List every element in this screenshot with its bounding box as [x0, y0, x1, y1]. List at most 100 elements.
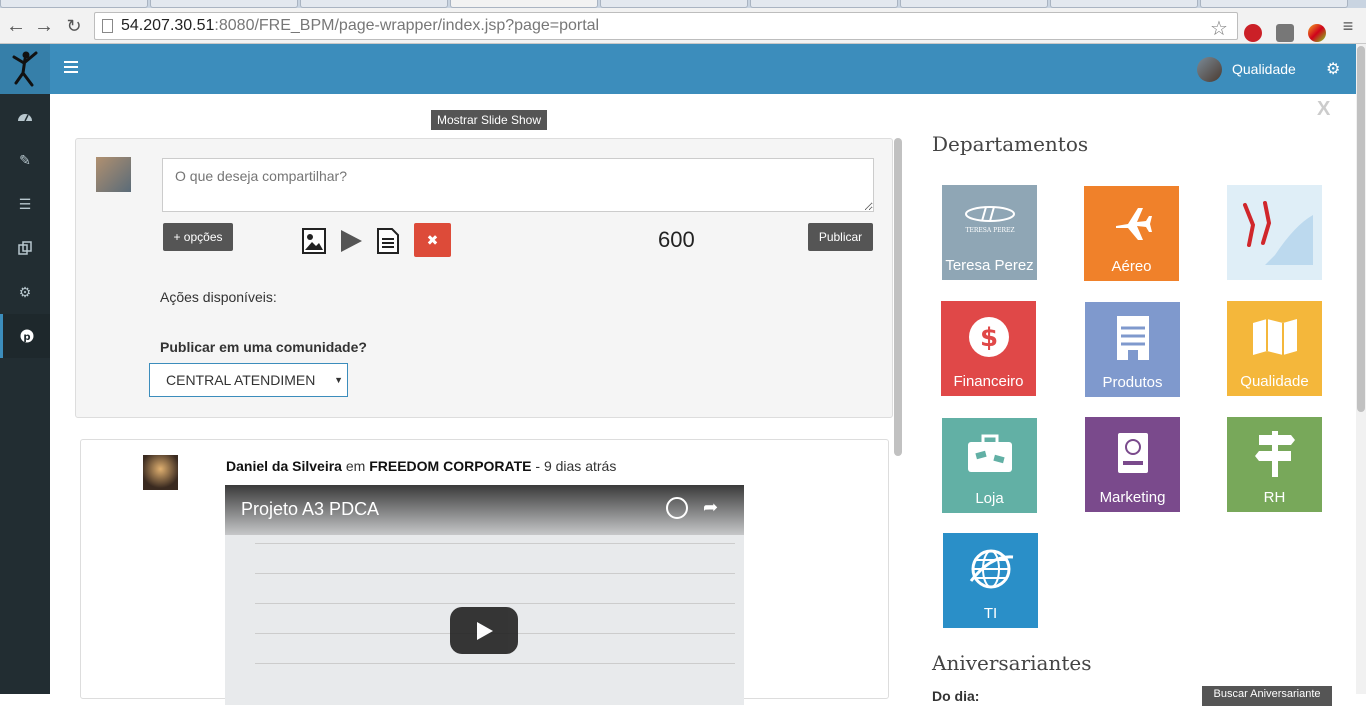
- share-input[interactable]: [162, 158, 874, 212]
- dept-label: Financeiro: [953, 373, 1024, 390]
- avatar: [96, 157, 131, 192]
- browser-tab[interactable]: [300, 0, 448, 8]
- sidebar: ✎ ☰ ⚙ p: [0, 44, 50, 694]
- page-icon: [102, 19, 113, 33]
- video-frame-row: [255, 573, 735, 589]
- dept-label: Teresa Perez: [945, 257, 1034, 274]
- browser-tab[interactable]: [0, 0, 148, 8]
- share-post-box: + opções ✖ 600 Publicar Ações disponívei…: [75, 138, 893, 418]
- dept-label: TI: [983, 605, 998, 622]
- dept-tile-qualidade[interactable]: Qualidade: [1227, 301, 1322, 396]
- video-frame-row: [255, 543, 735, 559]
- extension-color-icon[interactable]: [1308, 24, 1326, 42]
- top-navbar: Qualidade ⚙: [50, 44, 1356, 94]
- image-upload-icon[interactable]: [301, 227, 327, 255]
- airplane-icon: [1110, 186, 1154, 258]
- dept-tile-produtos[interactable]: Produtos: [1085, 302, 1180, 397]
- remove-close-icon[interactable]: ✖: [414, 223, 451, 257]
- video-title[interactable]: Projeto A3 PDCA: [241, 499, 379, 520]
- globe-icon: [967, 533, 1015, 605]
- video-embed[interactable]: Projeto A3 PDCA ➦: [225, 485, 744, 705]
- list-icon[interactable]: ☰: [0, 182, 50, 226]
- suitcase-icon: [966, 418, 1014, 490]
- watch-later-clock-icon[interactable]: [666, 497, 688, 519]
- hotel-icon: [1115, 302, 1151, 374]
- share-arrow-icon[interactable]: ➦: [703, 497, 718, 518]
- pencil-icon[interactable]: ✎: [0, 138, 50, 182]
- browser-tab[interactable]: [1050, 0, 1198, 8]
- dept-tile-ti[interactable]: TI: [943, 533, 1038, 628]
- browser-tab[interactable]: [600, 0, 748, 8]
- teresa-perez-logo-icon: TERESA PEREZ: [960, 185, 1020, 257]
- url-host: 54.207.30.51: [121, 17, 215, 34]
- app-logo[interactable]: [0, 44, 50, 94]
- pinterest-sidebar-icon[interactable]: p: [0, 314, 50, 358]
- url-path: :8080/FRE_BPM/page-wrapper/index.jsp?pag…: [214, 17, 600, 34]
- search-birthday-button[interactable]: Buscar Aniversariante: [1202, 686, 1332, 706]
- browser-tab[interactable]: [750, 0, 898, 8]
- cogs-icon[interactable]: ⚙: [0, 270, 50, 314]
- community-label: Publicar em uma comunidade?: [160, 339, 367, 355]
- show-slideshow-button[interactable]: Mostrar Slide Show: [431, 110, 547, 130]
- community-select[interactable]: CENTRAL ATENDIMEN ▼: [149, 363, 348, 397]
- document-icon[interactable]: [375, 227, 401, 255]
- bookmark-star-icon[interactable]: ☆: [1210, 19, 1228, 39]
- copy-icon[interactable]: [0, 226, 50, 270]
- extension-icon[interactable]: [1276, 24, 1294, 42]
- community-selected-value: CENTRAL ATENDIMEN: [166, 372, 316, 388]
- user-avatar[interactable]: [1197, 57, 1222, 82]
- pinterest-icon[interactable]: [1244, 24, 1262, 42]
- dashboard-icon[interactable]: [0, 94, 50, 138]
- birthdays-day-label: Do dia:: [932, 688, 980, 704]
- actions-label: Ações disponíveis:: [160, 289, 277, 305]
- dept-label: Qualidade: [1240, 373, 1309, 390]
- close-panel-button[interactable]: X: [1317, 98, 1330, 121]
- author-link[interactable]: Daniel da Silveira: [226, 458, 342, 474]
- browser-tab[interactable]: [900, 0, 1048, 8]
- dept-tile-rh[interactable]: RH: [1227, 417, 1322, 512]
- settings-gears-icon[interactable]: ⚙: [1326, 59, 1340, 79]
- page-scrollbar[interactable]: [1356, 44, 1366, 694]
- dept-tile-aereo[interactable]: Aéreo: [1084, 186, 1179, 281]
- jumping-person-icon: [12, 51, 38, 87]
- dept-tile-birds[interactable]: [1227, 185, 1322, 280]
- url-field[interactable]: 54.207.30.51:8080/FRE_BPM/page-wrapper/i…: [94, 12, 1238, 40]
- back-icon[interactable]: ←: [4, 14, 28, 38]
- dept-label: Loja: [975, 490, 1004, 507]
- dept-tile-teresa-perez[interactable]: TERESA PEREZ Teresa Perez: [942, 185, 1037, 280]
- svg-text:p: p: [23, 332, 30, 343]
- dollar-icon: $: [967, 301, 1011, 373]
- address-bar: ← → ↻ 54.207.30.51:8080/FRE_BPM/page-wra…: [0, 8, 1366, 44]
- hamburger-menu-icon[interactable]: [64, 61, 78, 73]
- browser-tab[interactable]: [150, 0, 298, 8]
- post-connector: em: [341, 458, 370, 474]
- browser-menu-icon[interactable]: ≡: [1336, 14, 1360, 38]
- browser-tabstrip: [0, 0, 1366, 8]
- dept-label: Aéreo: [1111, 258, 1152, 275]
- video-play-button[interactable]: [450, 607, 518, 654]
- signpost-icon: [1253, 417, 1297, 489]
- community-link[interactable]: FREEDOM CORPORATE: [369, 458, 531, 474]
- svg-text:TERESA PEREZ: TERESA PEREZ: [965, 227, 1014, 234]
- user-name[interactable]: Qualidade: [1232, 61, 1296, 77]
- birds-image-icon: [1235, 185, 1315, 274]
- forward-icon[interactable]: →: [32, 14, 56, 38]
- author-avatar[interactable]: [143, 455, 178, 490]
- options-button[interactable]: + opções: [163, 223, 233, 251]
- scrollbar-thumb[interactable]: [1357, 46, 1365, 412]
- passport-icon: [1116, 417, 1150, 489]
- dept-tile-marketing[interactable]: Marketing: [1085, 417, 1180, 512]
- video-frame-row: [255, 663, 735, 679]
- content-scrollbar-thumb[interactable]: [894, 138, 902, 456]
- browser-tab[interactable]: [1200, 0, 1348, 8]
- video-play-icon[interactable]: [338, 227, 364, 255]
- post-time: - 9 dias atrás: [531, 458, 617, 474]
- dept-tile-loja[interactable]: Loja: [942, 418, 1037, 513]
- publish-button[interactable]: Publicar: [808, 223, 873, 251]
- dept-tile-financeiro[interactable]: $ Financeiro: [941, 301, 1036, 396]
- departments-heading: Departamentos: [932, 132, 1089, 156]
- browser-tab-active[interactable]: [450, 0, 598, 8]
- reload-icon[interactable]: ↻: [62, 14, 86, 38]
- dept-label: Produtos: [1102, 374, 1163, 391]
- svg-text:$: $: [979, 323, 997, 353]
